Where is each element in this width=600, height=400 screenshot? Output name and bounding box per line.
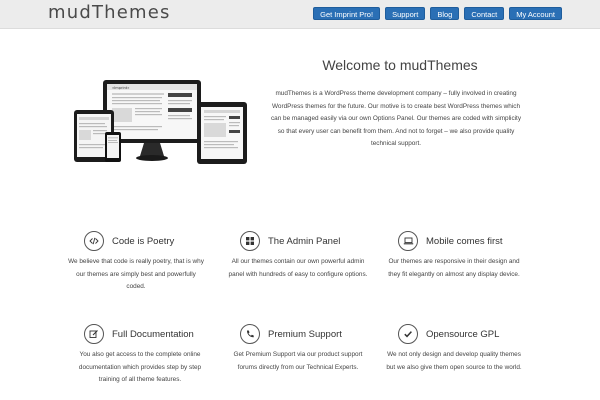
feature-text: We believe that code is really poetry, t… [68, 258, 204, 291]
site-logo[interactable]: mudThemes [48, 2, 171, 23]
welcome-title: Welcome to mudThemes [322, 57, 478, 73]
device-screen-logo: «Imprint» [112, 86, 129, 90]
grid-icon [240, 231, 260, 251]
feature-code-is-poetry: Code is Poetry We believe that code is r… [66, 230, 206, 294]
nav-support-button[interactable]: Support [385, 7, 426, 20]
feature-title: Code is Poetry [112, 235, 175, 247]
feature-admin-panel: The Admin Panel All our themes contain o… [228, 230, 368, 281]
check-icon [398, 324, 418, 344]
responsive-devices-image: «Imprint» [74, 80, 247, 164]
welcome-text: mudThemes is a WordPress theme developme… [270, 90, 522, 148]
phone-icon [240, 324, 260, 344]
nav-contact-button[interactable]: Contact [464, 7, 505, 20]
feature-title: Premium Support [268, 328, 342, 340]
feature-opensource-gpl: Opensource GPL We not only design and de… [384, 323, 524, 374]
feature-title: Full Documentation [112, 328, 194, 340]
feature-text: You also get access to the complete onli… [78, 351, 202, 384]
nav-my-account-button[interactable]: My Account [509, 7, 562, 20]
laptop-icon [398, 231, 418, 251]
feature-title: The Admin Panel [268, 235, 341, 247]
feature-mobile-first: Mobile comes first Our themes are respon… [384, 230, 524, 281]
feature-text: We not only design and develop quality t… [386, 351, 522, 371]
feature-text: Our themes are responsive in their desig… [388, 258, 520, 278]
top-nav: Get Imprint Pro! Support Blog Contact My… [313, 7, 562, 20]
site-header: mudThemes Get Imprint Pro! Support Blog … [0, 0, 600, 29]
nav-blog-button[interactable]: Blog [430, 7, 460, 20]
feature-title: Opensource GPL [426, 328, 500, 340]
feature-premium-support: Premium Support Get Premium Support via … [228, 323, 368, 374]
feature-full-documentation: Full Documentation You also get access t… [70, 323, 210, 387]
edit-icon [84, 324, 104, 344]
feature-text: All our themes contain our own powerful … [228, 258, 368, 278]
feature-text: Get Premium Support via our product supp… [233, 351, 363, 371]
code-icon [84, 231, 104, 251]
nav-get-imprint-pro-button[interactable]: Get Imprint Pro! [313, 7, 381, 20]
feature-title: Mobile comes first [426, 235, 503, 247]
